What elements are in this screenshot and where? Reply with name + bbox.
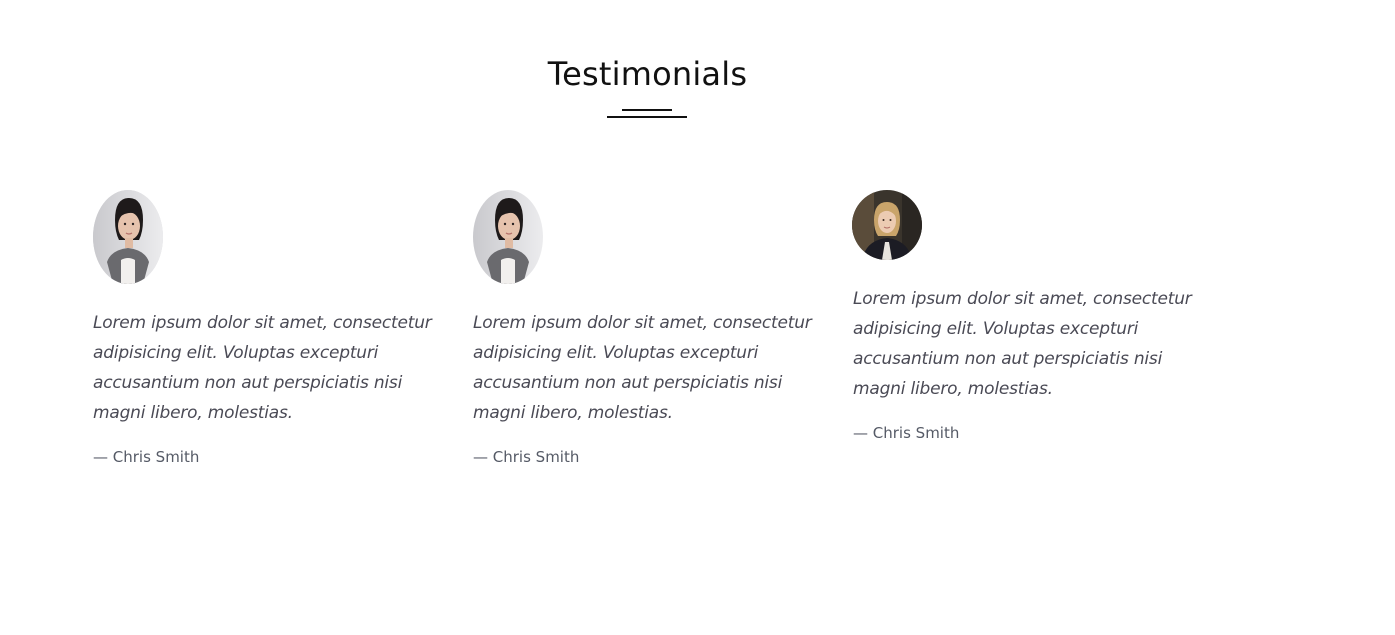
title-underline-long xyxy=(607,116,687,118)
section-title: Testimonials xyxy=(547,55,748,93)
testimonials-section: Testimonials Lorem ipsum dolor sit amet,… xyxy=(0,0,1395,635)
testimonial-author: — Chris Smith xyxy=(473,448,580,466)
testimonial-quote: Lorem ipsum dolor sit amet, consectetur … xyxy=(93,313,432,423)
testimonial-author: — Chris Smith xyxy=(93,448,200,466)
testimonial-quote: Lorem ipsum dolor sit amet, consectetur … xyxy=(473,313,812,423)
testimonial-quote: Lorem ipsum dolor sit amet, consectetur … xyxy=(853,289,1192,399)
testimonial-author: — Chris Smith xyxy=(853,424,960,442)
testimonial-card: Lorem ipsum dolor sit amet, consectetur … xyxy=(93,190,438,466)
blonde-woman-portrait-photo-icon xyxy=(852,190,922,260)
avatar xyxy=(93,190,163,284)
title-underline-short xyxy=(622,109,672,111)
testimonial-card: Lorem ipsum dolor sit amet, consectetur … xyxy=(852,190,1197,442)
avatar xyxy=(852,190,922,260)
woman-portrait-photo-icon xyxy=(93,190,163,284)
woman-portrait-photo-icon xyxy=(473,190,543,284)
avatar xyxy=(473,190,543,284)
testimonial-card: Lorem ipsum dolor sit amet, consectetur … xyxy=(473,190,818,466)
